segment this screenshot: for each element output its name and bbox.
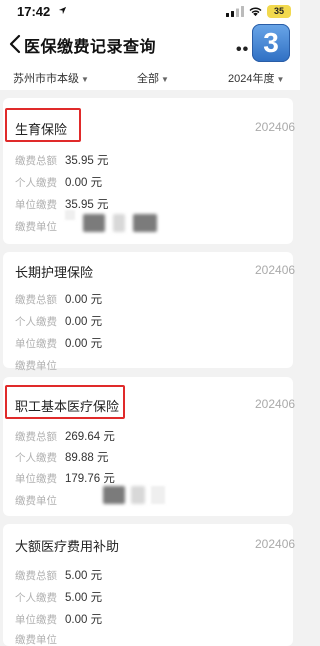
row-label: 单位缴费 [15, 338, 57, 350]
redacted-text [113, 214, 125, 232]
row-value: 0.00 元 [65, 338, 103, 350]
location-arrow-icon [58, 6, 67, 15]
row-value: 0.00 元 [65, 614, 103, 626]
card-date: 202406 [255, 120, 296, 134]
wifi-icon [249, 7, 262, 17]
row-label: 缴费单位 [15, 495, 57, 507]
dropdown-caret-icon: ▼ [161, 75, 169, 84]
back-chevron-icon[interactable] [8, 34, 22, 54]
row-label: 缴费总额 [15, 431, 57, 443]
more-options-icon[interactable]: •• [236, 41, 249, 59]
row-label: 个人缴费 [15, 316, 57, 328]
filter-bar: 苏州市市本级 ▼ 全部 ▼ 2024年度 ▼ [0, 66, 300, 90]
region-filter-label: 苏州市市本级 [13, 73, 79, 85]
category-filter[interactable]: 全部 ▼ [137, 70, 169, 86]
card-date: 202406 [255, 397, 296, 411]
redacted-text [65, 210, 75, 220]
year-filter[interactable]: 2024年度 ▼ [228, 70, 284, 86]
row-label: 缴费单位 [15, 221, 57, 233]
payment-card[interactable]: 职工基本医疗保险 202406 缴费总额 269.64 元 个人缴费 89.88… [3, 377, 296, 516]
card-title: 长期护理保险 [15, 265, 94, 280]
row-value: 5.00 元 [65, 570, 103, 582]
signal-icon [226, 6, 244, 17]
redacted-text [103, 486, 125, 504]
card-title: 生育保险 [15, 122, 68, 137]
row-label: 个人缴费 [15, 177, 57, 189]
row-value: 269.64 元 [65, 431, 115, 443]
payment-card[interactable]: 长期护理保险 202406 缴费总额 0.00 元 个人缴费 0.00 元 单位… [3, 252, 296, 372]
page-number-badge: 3 [252, 24, 290, 62]
row-label: 单位缴费 [15, 473, 57, 485]
row-label: 缴费总额 [15, 570, 57, 582]
redacted-text [151, 486, 165, 504]
row-value: 0.00 元 [65, 294, 103, 306]
region-filter[interactable]: 苏州市市本级 ▼ [13, 70, 89, 86]
row-value: 35.95 元 [65, 155, 109, 167]
category-filter-label: 全部 [137, 73, 159, 85]
year-filter-label: 2024年度 [228, 73, 275, 85]
row-label: 缴费单位 [15, 634, 57, 646]
redacted-text [133, 214, 157, 232]
row-label: 单位缴费 [15, 614, 57, 626]
row-value: 0.00 元 [65, 177, 103, 189]
dropdown-caret-icon: ▼ [276, 75, 285, 84]
row-label: 缴费总额 [15, 294, 57, 306]
page-title: 医保缴费记录查询 [24, 39, 157, 56]
battery-indicator: 35 [267, 5, 291, 18]
row-value: 89.88 元 [65, 452, 109, 464]
row-value: 0.00 元 [65, 316, 103, 328]
card-date: 202406 [255, 537, 296, 551]
card-title: 职工基本医疗保险 [15, 399, 120, 414]
row-label: 个人缴费 [15, 452, 57, 464]
row-value: 179.76 元 [65, 473, 115, 485]
redacted-text [83, 214, 105, 232]
row-label: 缴费单位 [15, 360, 57, 372]
payment-card[interactable]: 生育保险 202406 缴费总额 35.95 元 个人缴费 0.00 元 单位缴… [3, 98, 296, 244]
payment-card[interactable]: 大额医疗费用补助 202406 缴费总额 5.00 元 个人缴费 5.00 元 … [3, 524, 296, 646]
card-title: 大额医疗费用补助 [15, 539, 120, 554]
row-value: 5.00 元 [65, 592, 103, 604]
dropdown-caret-icon: ▼ [81, 75, 89, 84]
row-label: 缴费总额 [15, 155, 57, 167]
row-label: 个人缴费 [15, 592, 57, 604]
status-bar: 17:42 35 [0, 0, 300, 24]
row-label: 单位缴费 [15, 199, 57, 211]
status-time: 17:42 [17, 4, 51, 19]
card-date: 202406 [255, 263, 296, 277]
redacted-text [131, 486, 145, 504]
